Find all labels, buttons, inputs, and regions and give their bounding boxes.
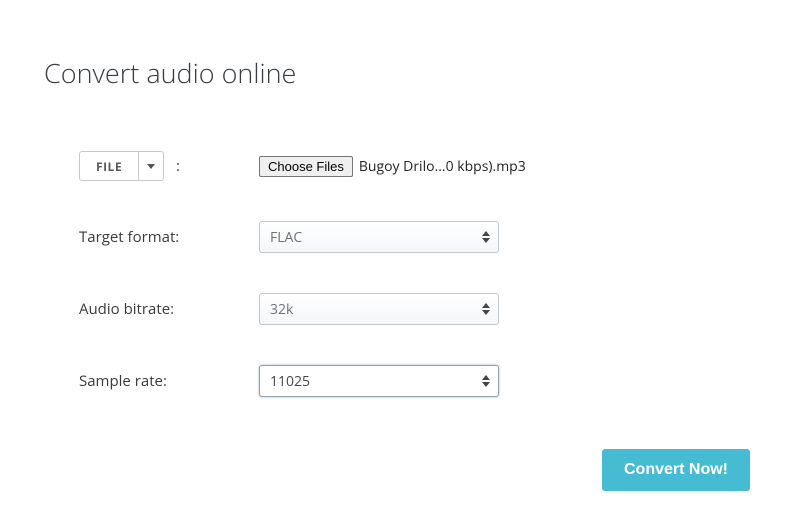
file-colon: : (176, 156, 180, 176)
target-format-value: FLAC (270, 228, 302, 247)
sample-rate-row: Sample rate: 11025 (44, 365, 756, 397)
file-split-button: FILE (79, 151, 164, 181)
file-button[interactable]: FILE (79, 151, 138, 181)
file-row: FILE : Choose Files Bugoy Drilo...0 kbps… (44, 151, 756, 181)
sample-rate-value: 11025 (270, 372, 310, 391)
sample-rate-select[interactable]: 11025 (259, 365, 499, 397)
page-title: Convert audio online (44, 54, 756, 91)
file-dropdown-toggle[interactable] (138, 151, 164, 181)
choose-files-button[interactable]: Choose Files (259, 156, 353, 177)
target-format-row: Target format: FLAC (44, 221, 756, 253)
target-format-select[interactable]: FLAC (259, 221, 499, 253)
file-source-cell: FILE : (79, 151, 259, 181)
file-picker: Choose Files Bugoy Drilo...0 kbps).mp3 (259, 156, 526, 177)
select-arrows-icon (482, 375, 490, 387)
select-arrows-icon (482, 231, 490, 243)
audio-bitrate-row: Audio bitrate: 32k (44, 293, 756, 325)
audio-bitrate-label: Audio bitrate: (79, 299, 259, 319)
audio-bitrate-value: 32k (270, 300, 293, 319)
select-arrows-icon (482, 303, 490, 315)
page-root: Convert audio online FILE : Choose Files… (0, 0, 800, 531)
convert-now-button[interactable]: Convert Now! (602, 449, 750, 491)
sample-rate-label: Sample rate: (79, 371, 259, 391)
selected-file-name: Bugoy Drilo...0 kbps).mp3 (359, 157, 526, 176)
target-format-label: Target format: (79, 227, 259, 247)
caret-down-icon (147, 164, 155, 169)
audio-bitrate-select[interactable]: 32k (259, 293, 499, 325)
